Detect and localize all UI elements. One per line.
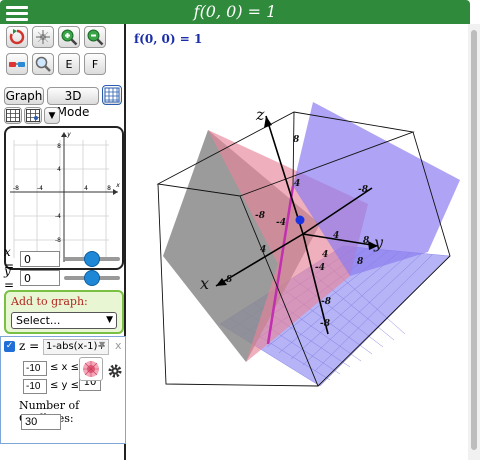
expression-text: 1-abs(x-1)+: [46, 341, 106, 352]
z-label: z =: [19, 339, 40, 353]
x-axis-label: x: [200, 274, 209, 293]
tick-label: 8: [293, 135, 300, 145]
tick-label: 4: [260, 245, 266, 255]
tick-label: 8: [226, 275, 233, 285]
add-to-graph-box: Add to graph: Select... ▼: [4, 290, 124, 334]
close-icon[interactable]: x: [115, 339, 122, 352]
tick-label: 4: [322, 250, 328, 260]
color-picker-icon[interactable]: [79, 357, 103, 381]
tick-label: -8: [320, 319, 331, 329]
3d-glasses-icon[interactable]: [6, 53, 28, 75]
e-button[interactable]: E: [58, 53, 80, 75]
x-slider-row: x =: [4, 245, 120, 273]
origin-point[interactable]: [295, 215, 305, 225]
scrollbar-thumb[interactable]: [471, 30, 477, 450]
y-slider-knob[interactable]: [84, 270, 100, 286]
visibility-checkbox[interactable]: ✓: [4, 341, 15, 352]
tick-label: -4: [276, 218, 286, 228]
3d-mode-button[interactable]: 3D Mode: [47, 87, 99, 119]
zoom-out-icon[interactable]: [84, 26, 106, 48]
side-panel: E F Graph 3D Mode ▼ -8 -4 4 8 8 4 -4 -8 …: [0, 24, 126, 460]
tick-label: 8: [357, 257, 364, 267]
select-value: Select...: [16, 314, 61, 327]
grid-view-icon[interactable]: [102, 85, 122, 105]
z-axis-arrow: [264, 116, 272, 128]
z-axis-label: z: [255, 105, 265, 124]
tick-label: -8: [255, 211, 266, 221]
magnifier-icon[interactable]: [32, 53, 54, 75]
tick-label: 4: [333, 231, 339, 241]
x-tick-label: -4: [37, 185, 43, 192]
x-axis-label: x: [115, 182, 120, 189]
y-tick-label: -4: [55, 213, 61, 220]
gridlines-input[interactable]: [21, 414, 61, 430]
3d-graph-canvas[interactable]: f(0, 0) = 1 z y x -8 -4 4 8 -8 4 8 8 4 -…: [128, 24, 468, 460]
function-panel: ✓ z = 1-abs(x-1)+ ▼ x ≤ x ≤ ≤ y ≤ 10 Num…: [0, 336, 126, 444]
x-slider-knob[interactable]: [84, 251, 100, 267]
header-bar: f(0, 0) = 1: [0, 0, 470, 24]
page-title: f(0, 0) = 1: [193, 2, 277, 21]
tick-label: -8: [321, 297, 332, 307]
tick-label: -4: [315, 263, 325, 273]
x-value-input[interactable]: [20, 251, 60, 267]
vertical-scrollbar[interactable]: [468, 24, 480, 460]
add-to-graph-select[interactable]: Select... ▼: [11, 312, 117, 329]
mini-2d-graph[interactable]: -8 -4 4 8 8 4 -4 -8 x y: [4, 126, 124, 270]
x-range-label: ≤ x ≤: [50, 362, 80, 373]
x-slider[interactable]: [64, 250, 120, 268]
reset-view-icon[interactable]: [6, 26, 28, 48]
y-range-label: ≤ y ≤: [50, 380, 80, 391]
y-slider[interactable]: [64, 269, 120, 287]
gear-icon[interactable]: [107, 363, 123, 379]
y-tick-label: 4: [57, 166, 61, 173]
chevron-down-icon[interactable]: ▼: [99, 340, 105, 349]
tick-label: -8: [358, 185, 369, 195]
y-label: y =: [4, 264, 15, 292]
grid-point-icon[interactable]: [24, 107, 42, 124]
y-slider-row: y =: [4, 264, 120, 292]
y-axis-label: y: [373, 233, 384, 252]
x-tick-label: 4: [84, 185, 88, 192]
chevron-down-icon: ▼: [106, 315, 113, 325]
y-axis-label: y: [66, 131, 71, 138]
add-to-graph-title: Add to graph:: [11, 295, 88, 308]
dropdown-arrow-icon[interactable]: ▼: [44, 107, 60, 124]
y-tick-label: 8: [57, 143, 61, 150]
y-min-input[interactable]: [23, 379, 47, 394]
x-min-input[interactable]: [23, 361, 47, 376]
x-tick-label: -8: [13, 185, 19, 192]
f-button[interactable]: F: [84, 53, 106, 75]
trace-icon[interactable]: [32, 26, 54, 48]
graph-button[interactable]: Graph: [4, 87, 44, 105]
y-value-input[interactable]: [20, 270, 60, 286]
grid-icon[interactable]: [4, 107, 22, 124]
x-tick-label: 8: [107, 185, 111, 192]
tick-label: 4: [294, 179, 300, 189]
zoom-in-icon[interactable]: [58, 26, 80, 48]
y-tick-label: -8: [55, 237, 61, 244]
tick-label: 8: [363, 236, 370, 246]
